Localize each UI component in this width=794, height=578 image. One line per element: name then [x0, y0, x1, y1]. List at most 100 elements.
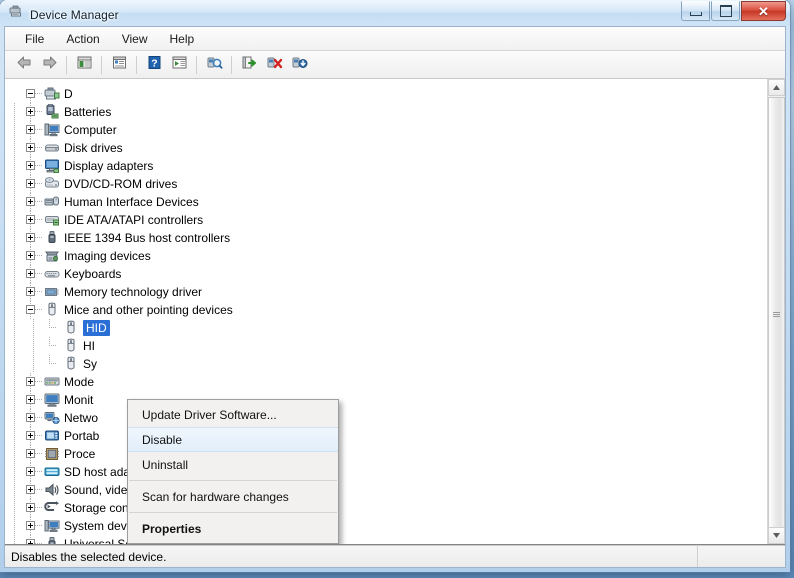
- hid-icon: [43, 194, 60, 210]
- expand-button[interactable]: [24, 391, 43, 409]
- tree-node-hid[interactable]: HID: [5, 319, 767, 337]
- tree-node-human-interface-devices[interactable]: Human Interface Devices: [5, 193, 767, 211]
- disable-device-button[interactable]: [287, 53, 311, 76]
- tree-node-dvd-cd-rom-drives[interactable]: DVD/CD-ROM drives: [5, 175, 767, 193]
- tree-indent: [5, 481, 24, 499]
- scan-hardware-changes-button[interactable]: [202, 53, 226, 76]
- tree-node-hi[interactable]: HI: [5, 337, 767, 355]
- expand-button[interactable]: [24, 211, 43, 229]
- menu-file[interactable]: File: [15, 28, 54, 50]
- expand-button[interactable]: [24, 247, 43, 265]
- ctx-properties[interactable]: Properties: [128, 516, 338, 541]
- tree-node-disk-drives[interactable]: Disk drives: [5, 139, 767, 157]
- tree-node-keyboards[interactable]: Keyboards: [5, 265, 767, 283]
- tree-node-sy[interactable]: Sy: [5, 355, 767, 373]
- storage-controller-icon: [43, 500, 60, 516]
- tree-node-monit[interactable]: Monit: [5, 391, 767, 409]
- expand-button[interactable]: [24, 193, 43, 211]
- tree-node-batteries[interactable]: Batteries: [5, 103, 767, 121]
- vertical-scrollbar[interactable]: [767, 79, 785, 544]
- expand-button[interactable]: [24, 265, 43, 283]
- collapse-button[interactable]: [24, 301, 43, 319]
- expand-button[interactable]: [24, 409, 43, 427]
- dvd-drive-icon: [43, 176, 60, 192]
- tree-node-root[interactable]: D: [5, 85, 767, 103]
- view-pane-icon: [171, 55, 188, 75]
- tree-node-memory-technology-driver[interactable]: Memory technology driver: [5, 283, 767, 301]
- show-hide-console-tree-button[interactable]: [72, 53, 96, 76]
- toolbar-separator: [196, 55, 197, 74]
- expand-button[interactable]: [24, 445, 43, 463]
- tree-node-label: IEEE 1394 Bus host controllers: [64, 231, 231, 245]
- tree-node-storage-controllers[interactable]: Storage controllers: [5, 499, 767, 517]
- expand-button[interactable]: [24, 229, 43, 247]
- menu-action[interactable]: Action: [56, 28, 109, 50]
- expand-button[interactable]: [24, 121, 43, 139]
- close-button[interactable]: ✕: [741, 1, 786, 21]
- menu-help[interactable]: Help: [160, 28, 205, 50]
- ctx-scan-for-hardware-changes[interactable]: Scan for hardware changes: [128, 484, 338, 509]
- expand-button[interactable]: [24, 481, 43, 499]
- tree-node-ide-ata-atapi-controllers[interactable]: IDE ATA/ATAPI controllers: [5, 211, 767, 229]
- scrollbar-grip-icon: [773, 311, 780, 318]
- tree-node-label: Mode: [64, 375, 95, 389]
- tree-node-computer[interactable]: Computer: [5, 121, 767, 139]
- tree-node-imaging-devices[interactable]: Imaging devices: [5, 247, 767, 265]
- collapse-button[interactable]: [24, 85, 43, 103]
- update-driver-icon: [241, 55, 258, 75]
- tree-node-system-devices[interactable]: System devices: [5, 517, 767, 535]
- expand-button[interactable]: [24, 103, 43, 121]
- scrollbar-thumb[interactable]: [768, 97, 785, 531]
- tree-indent: [5, 517, 24, 535]
- expand-button[interactable]: [24, 157, 43, 175]
- tree-node-sound-video-and-game-controllers[interactable]: Sound, video and game controllers: [5, 481, 767, 499]
- menu-view[interactable]: View: [112, 28, 158, 50]
- client-area: File Action View Help ? D Batteries Comp…: [4, 26, 786, 568]
- device-tree[interactable]: D Batteries Computer Disk drives Display ada…: [5, 79, 767, 544]
- expand-button[interactable]: [24, 463, 43, 481]
- tree-node-proce[interactable]: Proce: [5, 445, 767, 463]
- maximize-button[interactable]: [711, 1, 740, 21]
- uninstall-device-button[interactable]: [262, 53, 286, 76]
- forward-button[interactable]: [37, 53, 61, 76]
- expand-button[interactable]: [24, 139, 43, 157]
- expand-button[interactable]: [24, 517, 43, 535]
- update-driver-button[interactable]: [237, 53, 261, 76]
- scan-hardware-icon: [206, 55, 223, 75]
- minimize-button[interactable]: [681, 1, 710, 21]
- close-icon: ✕: [758, 3, 769, 19]
- usb-controller-icon: [43, 536, 60, 544]
- tree-node-portab[interactable]: Portab: [5, 427, 767, 445]
- ctx-update-driver-software[interactable]: Update Driver Software...: [128, 402, 338, 427]
- computer-icon: [43, 122, 60, 138]
- scroll-up-button[interactable]: [768, 79, 785, 96]
- expand-button[interactable]: [24, 283, 43, 301]
- ctx-disable[interactable]: Disable: [128, 427, 338, 452]
- context-menu[interactable]: Update Driver Software... Disable Uninst…: [127, 399, 339, 544]
- context-menu-separator: [129, 512, 337, 513]
- tree-node-mice-and-other-pointing-devices[interactable]: Mice and other pointing devices: [5, 301, 767, 319]
- tree-node-mode[interactable]: Mode: [5, 373, 767, 391]
- properties-button[interactable]: [107, 53, 131, 76]
- scroll-down-button[interactable]: [768, 527, 785, 544]
- expand-button[interactable]: [24, 499, 43, 517]
- tree-node-ieee-1394-bus-host-controllers[interactable]: IEEE 1394 Bus host controllers: [5, 229, 767, 247]
- tree-node-display-adapters[interactable]: Display adapters: [5, 157, 767, 175]
- expand-button[interactable]: [24, 373, 43, 391]
- tree-indent: [5, 103, 24, 121]
- tree-node-sd-host-adapters[interactable]: SD host adapters: [5, 463, 767, 481]
- computer-root-icon: [43, 86, 60, 102]
- view-button[interactable]: [167, 53, 191, 76]
- expand-button[interactable]: [24, 175, 43, 193]
- tree-node-netwo[interactable]: Netwo: [5, 409, 767, 427]
- title-bar[interactable]: Device Manager ✕: [0, 0, 790, 26]
- help-button[interactable]: ?: [142, 53, 166, 76]
- toolbar-separator: [231, 55, 232, 74]
- tree-node-universal-serial-bus-controllers[interactable]: Universal Serial Bus controllers: [5, 535, 767, 544]
- tree-node-label: HI: [83, 339, 95, 353]
- back-button[interactable]: [12, 53, 36, 76]
- status-message: Disables the selected device.: [5, 546, 698, 567]
- expand-button[interactable]: [24, 535, 43, 544]
- expand-button[interactable]: [24, 427, 43, 445]
- ctx-uninstall[interactable]: Uninstall: [128, 452, 338, 477]
